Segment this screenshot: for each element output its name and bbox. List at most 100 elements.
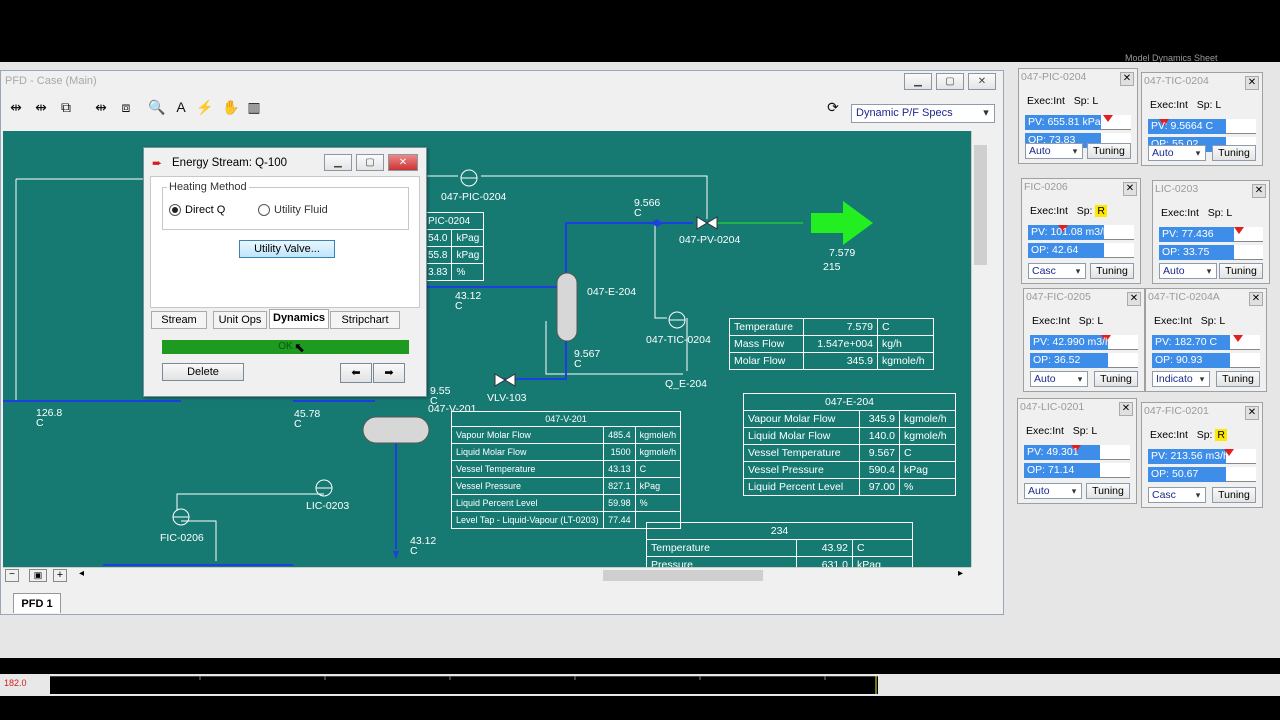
zoom-fit-button[interactable]: ▣: [29, 569, 47, 582]
refresh-icon[interactable]: ⟳: [823, 97, 843, 117]
pfd-window-title: PFD - Case (Main): [5, 75, 97, 87]
next-button[interactable]: ➡: [373, 363, 405, 383]
mode-select[interactable]: Auto ▾: [1024, 483, 1082, 499]
close-icon[interactable]: ✕: [1127, 292, 1141, 306]
close-icon[interactable]: ✕: [1120, 72, 1134, 86]
dialog-maximize-button[interactable]: ▢: [356, 154, 384, 171]
delete-button[interactable]: Delete: [162, 363, 244, 381]
table-row: Vessel Temperature 43.13 C: [451, 460, 682, 478]
cell: 590.4: [859, 461, 900, 479]
label-s2: 7.579: [829, 247, 856, 259]
tab-unit-ops[interactable]: Unit Ops: [213, 311, 267, 329]
tab-pfd-1[interactable]: PFD 1: [13, 593, 61, 613]
utility-fluid-radio[interactable]: [258, 204, 270, 216]
palette-icon[interactable]: ▥: [244, 97, 264, 117]
detach-icon[interactable]: ⧈: [116, 97, 136, 117]
cell: kPag: [852, 556, 913, 567]
mode-select[interactable]: Auto ▾: [1030, 371, 1088, 387]
tuning-button[interactable]: Tuning: [1212, 145, 1256, 161]
dialog-minimize-button[interactable]: ▁: [324, 154, 352, 171]
faceplate: LIC-0203 ✕ Exec:Int Sp: L PV: 77.436 OP: 33.…: [1152, 180, 1270, 284]
tuning-button[interactable]: Tuning: [1094, 371, 1138, 387]
cell: 1.547e+004: [803, 335, 878, 353]
break-connect-icon[interactable]: ⇹: [31, 97, 51, 117]
pv-bar: PV: 213.56 m3/h: [1148, 449, 1256, 464]
mode-select[interactable]: Casc ▾: [1028, 263, 1086, 279]
sp-mode: L: [1219, 315, 1226, 327]
label-icon[interactable]: A: [171, 97, 191, 117]
tuning-button[interactable]: Tuning: [1090, 263, 1134, 279]
tuning-button[interactable]: Tuning: [1212, 487, 1256, 503]
view-select[interactable]: Dynamic P/F Specs ▾: [851, 104, 995, 123]
tuning-button[interactable]: Tuning: [1086, 483, 1130, 499]
zoom-out-button[interactable]: −: [5, 569, 19, 582]
maximize-button[interactable]: ▢: [936, 73, 964, 90]
connect-icon[interactable]: ⇹: [6, 97, 26, 117]
scroll-left-icon[interactable]: ◂: [79, 568, 84, 579]
mode-select[interactable]: Auto ▾: [1148, 145, 1206, 161]
auto-position-icon[interactable]: ⧉: [56, 97, 76, 117]
table-row: 3.83%: [422, 263, 485, 281]
close-icon[interactable]: ✕: [1249, 292, 1263, 306]
signal-line: [176, 493, 324, 511]
app-area: Model Dynamics Sheet PFD - Case (Main) ▁…: [0, 53, 1280, 696]
tab-stripchart[interactable]: Stripchart: [330, 311, 400, 329]
scroll-thumb[interactable]: [603, 570, 763, 581]
direct-q-radio[interactable]: [169, 204, 181, 216]
vertical-scrollbar[interactable]: [971, 131, 989, 567]
tab-stream[interactable]: Stream: [151, 311, 207, 329]
close-icon[interactable]: ✕: [1252, 184, 1266, 198]
op-bar: OP: 50.67: [1148, 467, 1256, 482]
horizontal-scrollbar[interactable]: − ▣ + ◂ ▸: [3, 567, 971, 583]
mode-select[interactable]: Auto ▾: [1159, 263, 1217, 279]
pic-table-title: PIC-0204: [422, 212, 485, 230]
faceplate: 047-LIC-0201 ✕ Exec:Int Sp: L PV: 49.301 OP:…: [1017, 398, 1137, 504]
zoom-in-button[interactable]: +: [53, 569, 67, 582]
close-icon[interactable]: ✕: [1245, 406, 1259, 420]
zoom-icon[interactable]: 🔍: [147, 97, 167, 117]
close-button[interactable]: ✕: [968, 73, 996, 90]
cell: Liquid Percent Level: [451, 494, 604, 512]
cell: Temperature: [729, 318, 804, 336]
pv-value: PV: 49.301: [1027, 446, 1079, 458]
attach-icon[interactable]: ⇹: [91, 97, 111, 117]
pv-bar: PV: 9.5664 C: [1148, 119, 1256, 134]
op-bar: OP: 90.93: [1152, 353, 1260, 368]
exec-label: Exec:Int Sp: L: [1154, 315, 1226, 327]
cell: Vessel Temperature: [743, 444, 860, 462]
cell: kg/h: [877, 335, 934, 353]
arrow-left-icon: ⬅: [351, 367, 361, 379]
close-icon[interactable]: ✕: [1123, 182, 1137, 196]
sp-mode: L: [1091, 425, 1098, 437]
faceplate: 047-FIC-0205 ✕ Exec:Int Sp: L PV: 42.990 m3…: [1023, 288, 1145, 392]
previous-button[interactable]: ⬅: [340, 363, 372, 383]
dialog-close-button[interactable]: ✕: [388, 154, 418, 171]
op-bar: OP: 33.75: [1159, 245, 1263, 260]
mode-select[interactable]: Casc ▾: [1148, 487, 1206, 503]
hand-icon[interactable]: ✋: [221, 97, 241, 117]
scroll-right-icon[interactable]: ▸: [958, 568, 963, 579]
cell: 140.0: [859, 427, 900, 445]
stream-234-table-title: 234: [646, 522, 913, 540]
faceplate: 047-TIC-0204A ✕ Exec:Int Sp: L PV: 182.70 C…: [1145, 288, 1267, 392]
tab-dynamics[interactable]: Dynamics: [269, 309, 329, 329]
pic-table: PIC-0204 54.0 kPag 55.8 kPag 3.83%: [422, 212, 485, 281]
tuning-button[interactable]: Tuning: [1087, 143, 1131, 159]
faceplate-title: 047-TIC-0204A: [1148, 291, 1220, 303]
cell: 7.579: [803, 318, 878, 336]
close-icon[interactable]: ✕: [1119, 402, 1133, 416]
faceplate: 047-FIC-0201 ✕ Exec:Int Sp: R PV: 213.56 m3…: [1141, 402, 1263, 508]
tuning-button[interactable]: Tuning: [1219, 263, 1263, 279]
color-scheme-icon[interactable]: ⚡: [195, 97, 215, 117]
mode-select[interactable]: Indicato ▾: [1152, 371, 1210, 387]
sp-mode: L: [1226, 207, 1233, 219]
tuning-button[interactable]: Tuning: [1216, 371, 1260, 387]
chevron-down-icon: ▾: [1077, 374, 1083, 384]
mode-select[interactable]: Auto ▾: [1025, 143, 1083, 159]
scroll-thumb[interactable]: [974, 145, 987, 265]
close-icon[interactable]: ✕: [1245, 76, 1259, 90]
minimize-button[interactable]: ▁: [904, 73, 932, 90]
direct-q-label: Direct Q: [185, 204, 226, 216]
faceplate-title: FIC-0206: [1024, 181, 1068, 193]
utility-valve-button[interactable]: Utility Valve...: [239, 240, 335, 258]
